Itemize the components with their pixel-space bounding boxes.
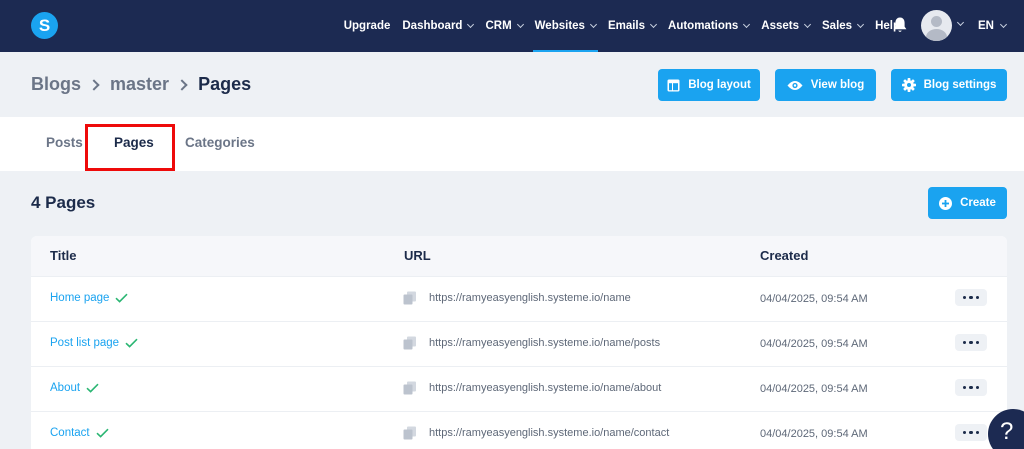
bell-icon[interactable] — [892, 16, 908, 34]
chevron-down-icon — [589, 20, 597, 29]
more-actions-button[interactable] — [955, 289, 987, 306]
nav-websites[interactable]: Websites — [529, 0, 602, 52]
more-actions-button[interactable] — [955, 379, 987, 396]
main-nav: Upgrade Dashboard CRM Websites Emails Au… — [338, 0, 906, 52]
chevron-right-icon — [88, 78, 100, 91]
chevron-down-icon — [516, 20, 524, 29]
eye-icon — [787, 80, 803, 90]
page-title-text[interactable]: About — [50, 382, 80, 394]
view-blog-button[interactable]: View blog — [775, 69, 876, 101]
nav-dashboard[interactable]: Dashboard — [396, 0, 479, 52]
top-navbar: S Upgrade Dashboard CRM Websites Emails … — [0, 0, 1024, 52]
chevron-down-icon — [857, 20, 865, 29]
page-url: https://ramyeasyenglish.systeme.io/name/… — [429, 427, 670, 439]
layout-icon — [667, 79, 680, 91]
user-avatar[interactable] — [921, 10, 952, 41]
more-actions-button[interactable] — [955, 334, 987, 351]
page-title: Pages — [198, 74, 252, 94]
page-url: https://ramyeasyenglish.systeme.io/name/… — [429, 382, 662, 394]
page-created-date: 04/04/2025, 09:54 AM — [760, 383, 868, 395]
page-url: https://ramyeasyenglish.systeme.io/name — [429, 292, 631, 304]
language-selector[interactable]: EN — [978, 0, 1008, 52]
chevron-down-icon — [467, 20, 475, 29]
chevron-down-icon[interactable] — [956, 18, 965, 27]
view-blog-label: View blog — [810, 79, 865, 91]
blog-settings-label: Blog settings — [923, 79, 997, 91]
create-label: Create — [960, 197, 996, 209]
blog-layout-button[interactable]: Blog layout — [658, 69, 760, 101]
table-row: Post list page https://ramyeasyenglish.s… — [31, 321, 1007, 366]
pages-count-title: 4 Pages — [31, 193, 96, 212]
check-icon — [96, 428, 109, 438]
page-title-text[interactable]: Home page — [50, 292, 109, 304]
check-icon — [125, 338, 138, 348]
page-title-text[interactable]: Post list page — [50, 337, 119, 349]
page-created-date: 04/04/2025, 09:54 AM — [760, 338, 868, 350]
check-icon — [115, 293, 129, 303]
nav-emails[interactable]: Emails — [602, 0, 662, 52]
nav-crm[interactable]: CRM — [479, 0, 528, 52]
highlight-box — [85, 124, 175, 171]
column-created: Created — [760, 248, 809, 263]
pages-table: Title URL Created Home page https://ramy… — [31, 236, 1007, 449]
chevron-down-icon — [743, 20, 751, 29]
page-title-link[interactable]: About — [50, 382, 99, 394]
column-title: Title — [50, 248, 77, 263]
table-row: Home page https://ramyeasyenglish.system… — [31, 276, 1007, 321]
nav-assets[interactable]: Assets — [755, 0, 816, 52]
page-created-date: 04/04/2025, 09:54 AM — [760, 428, 868, 440]
copy-icon[interactable] — [403, 291, 417, 305]
page-title-link[interactable]: Contact — [50, 427, 109, 439]
blog-settings-button[interactable]: Blog settings — [891, 69, 1007, 101]
page-title-link[interactable]: Home page — [50, 292, 129, 304]
nav-sales[interactable]: Sales — [816, 0, 869, 52]
gear-icon — [901, 78, 916, 92]
create-button[interactable]: Create — [928, 187, 1007, 219]
nav-automations[interactable]: Automations — [662, 0, 755, 52]
plus-circle-icon — [939, 196, 953, 210]
chevron-down-icon — [649, 20, 658, 29]
copy-icon[interactable] — [403, 381, 417, 395]
page-title-link[interactable]: Post list page — [50, 337, 138, 349]
chevron-down-icon — [803, 20, 812, 29]
nav-upgrade[interactable]: Upgrade — [338, 0, 397, 52]
chevron-right-icon — [176, 78, 188, 91]
page-title-text[interactable]: Contact — [50, 427, 90, 439]
check-icon — [86, 383, 99, 393]
page-url: https://ramyeasyenglish.systeme.io/name/… — [429, 337, 661, 349]
chevron-down-icon — [999, 20, 1008, 29]
breadcrumb: Blogs master Pages — [31, 74, 251, 95]
copy-icon[interactable] — [403, 426, 417, 440]
column-url: URL — [404, 248, 431, 263]
table-header: Title URL Created — [31, 236, 1007, 276]
systeme-logo[interactable]: S — [31, 12, 58, 39]
breadcrumb-blogs[interactable]: Blogs — [31, 74, 81, 95]
table-row: About https://ramyeasyenglish.systeme.io… — [31, 366, 1007, 411]
breadcrumb-master[interactable]: master — [110, 74, 169, 95]
tab-posts[interactable]: Posts — [46, 117, 83, 171]
copy-icon[interactable] — [403, 336, 417, 350]
more-actions-button[interactable] — [955, 424, 987, 441]
tab-categories[interactable]: Categories — [185, 117, 255, 171]
table-row: Contact https://ramyeasyenglish.systeme.… — [31, 411, 1007, 449]
blog-layout-label: Blog layout — [688, 79, 751, 91]
page-created-date: 04/04/2025, 09:54 AM — [760, 293, 868, 305]
